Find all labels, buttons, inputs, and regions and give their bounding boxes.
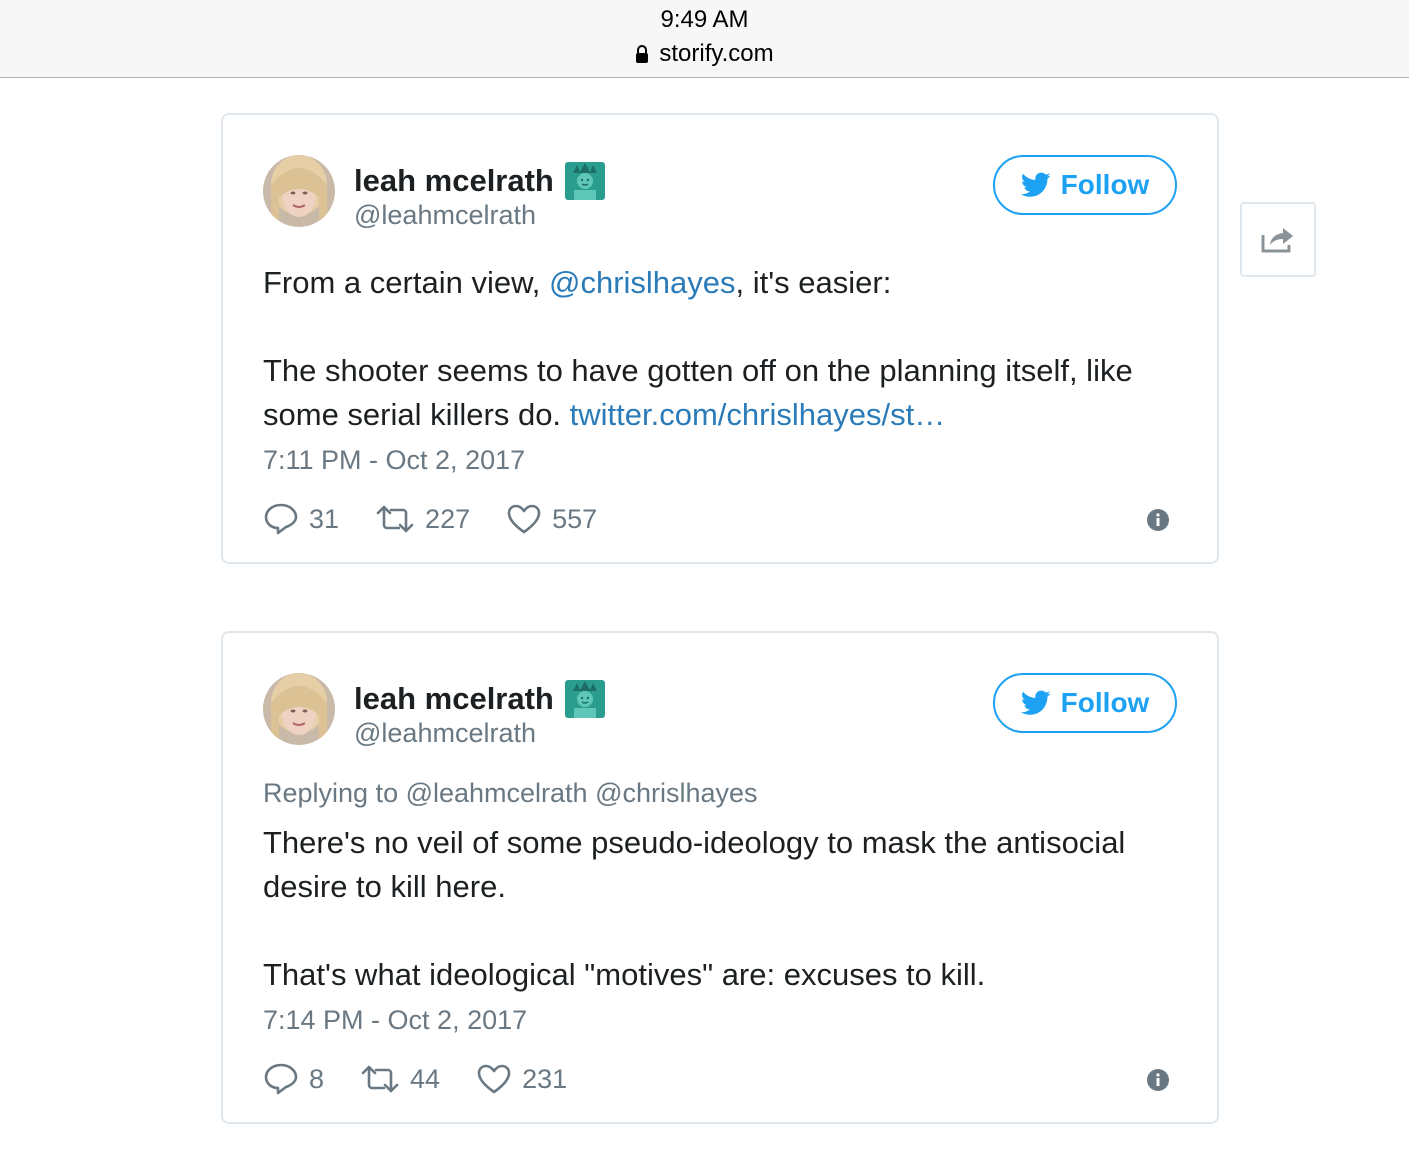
tweet-card: leah mcelrath @leahmcelrath Follow Reply… [221,631,1219,1124]
info-icon[interactable] [1146,1068,1170,1092]
url-text: storify.com [659,40,774,67]
avatar[interactable] [263,673,335,745]
reply-action[interactable]: 8 [263,1062,324,1096]
status-time: 9:49 AM [660,6,749,33]
heart-icon [507,504,541,534]
twitter-bird-icon [1020,172,1051,197]
statue-of-liberty-icon [564,162,605,200]
twitter-bird-icon [1020,690,1051,715]
like-action[interactable]: 231 [476,1063,567,1095]
retweet-action[interactable]: 227 [375,504,470,535]
statue-of-liberty-icon [564,680,605,718]
tweet-card: leah mcelrath @leahmcelrath Follow From … [221,113,1219,564]
reply-icon [264,503,298,535]
like-action[interactable]: 557 [506,503,597,535]
follow-button[interactable]: Follow [993,155,1177,215]
tweet-link[interactable]: twitter.com/chrislhayes/st… [570,397,946,432]
retweet-icon [361,1065,399,1093]
info-icon[interactable] [1146,508,1170,532]
reply-icon [264,1063,298,1095]
follow-button[interactable]: Follow [993,673,1177,733]
retweet-icon [376,505,414,533]
tweet-text: There's no veil of some pseudo-ideology … [263,825,1126,992]
author-handle[interactable]: @leahmcelrath [354,718,536,749]
tweet-actions: 31 227 557 [263,502,633,536]
tweet-actions: 8 44 231 [263,1062,603,1096]
author-name[interactable]: leah mcelrath [354,679,606,719]
lock-icon [636,45,649,63]
author-handle[interactable]: @leahmcelrath [354,200,536,231]
share-button[interactable] [1240,202,1316,277]
tweet-text: From a certain view, @chrislhayes, it's … [263,265,1133,432]
replying-to[interactable]: Replying to @leahmcelrath @chrislhayes [263,778,758,809]
reply-action[interactable]: 31 [263,502,339,536]
mention-link[interactable]: @chrislhayes [549,265,736,300]
heart-icon [477,1064,511,1094]
author-name[interactable]: leah mcelrath [354,161,606,201]
tweet-timestamp[interactable]: 7:11 PM - Oct 2, 2017 [263,445,525,476]
browser-status-bar: 9:49 AM storify.com [0,0,1409,78]
retweet-action[interactable]: 44 [360,1064,440,1095]
avatar[interactable] [263,155,335,227]
address-bar[interactable]: storify.com [0,40,1409,68]
tweet-timestamp[interactable]: 7:14 PM - Oct 2, 2017 [263,1005,527,1036]
share-icon [1261,227,1293,252]
